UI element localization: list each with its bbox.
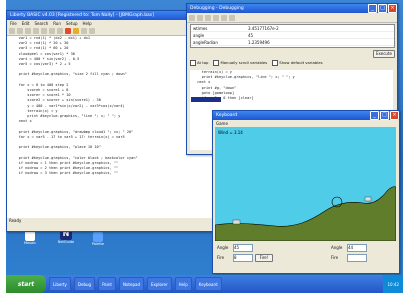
variable-value: 45 bbox=[248, 32, 254, 38]
variables-list[interactable]: wtimes 3.45177167e-2 angle 45 angleRadia… bbox=[190, 24, 395, 48]
save-file-icon[interactable] bbox=[25, 27, 31, 34]
maximize-button[interactable]: □ bbox=[380, 111, 389, 120]
variable-name: angleRadian bbox=[193, 39, 218, 45]
option-manual-scroll[interactable]: Manually scroll variables bbox=[213, 60, 267, 66]
ide-title: Liberty BASIC v4.03 [Registered to: Tom … bbox=[10, 13, 154, 18]
option-label: Manually scroll variables bbox=[220, 60, 268, 65]
debug-icon[interactable] bbox=[73, 27, 79, 34]
fire-button[interactable]: Fire! bbox=[255, 254, 273, 262]
animate-icon[interactable] bbox=[221, 14, 227, 21]
fire-label: Fire bbox=[217, 255, 225, 260]
option-show-defaults[interactable]: Show default variables bbox=[272, 60, 323, 66]
variable-row[interactable]: angle 45 bbox=[191, 32, 394, 39]
resume-icon[interactable] bbox=[189, 14, 195, 21]
stop-icon[interactable] bbox=[229, 14, 235, 21]
desktop-icon-mosaic[interactable]: Mosaic bbox=[16, 231, 44, 245]
current-line-highlight bbox=[191, 97, 221, 102]
close-button[interactable]: × bbox=[388, 4, 397, 13]
paste-icon[interactable] bbox=[57, 27, 63, 34]
option-label: At top bbox=[197, 60, 209, 65]
desktop-icon-label: Palette bbox=[91, 242, 105, 246]
game-titlebar: Keyboard _ □ × bbox=[213, 111, 399, 120]
menu-file[interactable]: File bbox=[10, 21, 17, 26]
close-button[interactable]: × bbox=[390, 111, 399, 120]
taskbar-item[interactable]: Keyboard bbox=[194, 277, 222, 291]
variable-row[interactable]: angleRadian 1.2359496 bbox=[191, 39, 394, 46]
variable-value: 1.2359496 bbox=[248, 39, 270, 45]
game-window: Keyboard _ □ × Game Wind = 3.14 Angle 45… bbox=[212, 110, 400, 274]
cut-icon[interactable] bbox=[41, 27, 47, 34]
game-canvas[interactable]: Wind = 3.14 bbox=[215, 127, 396, 241]
checkbox[interactable] bbox=[213, 60, 220, 66]
taskbar-item[interactable]: Notepad bbox=[118, 277, 144, 291]
run-icon[interactable] bbox=[65, 27, 71, 34]
taskbar: start Liberty Debug Paint Notepad Explor… bbox=[6, 275, 403, 293]
step-into-icon[interactable] bbox=[197, 14, 203, 21]
taskbar-item[interactable]: Help bbox=[174, 277, 192, 291]
minimize-button[interactable]: _ bbox=[368, 4, 377, 13]
minimize-button[interactable]: _ bbox=[370, 111, 379, 120]
clock: 10:42 bbox=[387, 281, 399, 287]
desktop-icon-label: Mosaic bbox=[23, 241, 37, 245]
find-icon[interactable] bbox=[81, 27, 87, 34]
menu-setup[interactable]: Setup bbox=[66, 21, 78, 26]
start-button[interactable]: start bbox=[6, 275, 46, 293]
checkbox[interactable] bbox=[190, 60, 196, 66]
variable-name: wtimes bbox=[193, 25, 208, 31]
angle2-label: Angle bbox=[331, 245, 343, 250]
help-icon[interactable] bbox=[89, 27, 95, 34]
ide-statusbar: Ready bbox=[9, 218, 22, 223]
variable-name: angle bbox=[193, 32, 205, 38]
copy-icon[interactable] bbox=[49, 27, 55, 34]
checkbox[interactable] bbox=[272, 60, 279, 66]
debugger-options: At top Manually scroll variables Show de… bbox=[190, 60, 393, 66]
menu-search[interactable]: Search bbox=[34, 21, 48, 26]
variable-row[interactable]: wtimes 3.45177167e-2 bbox=[191, 25, 394, 32]
maximize-button[interactable]: □ bbox=[378, 4, 387, 13]
angle-label: Angle bbox=[217, 245, 229, 250]
palette-icon bbox=[93, 232, 103, 242]
execute-button[interactable]: Execute bbox=[373, 50, 395, 58]
option-label: Show default variables bbox=[279, 60, 323, 65]
taskbar-item[interactable]: Explorer bbox=[146, 277, 172, 291]
step-over-icon[interactable] bbox=[205, 14, 211, 21]
mosaic-icon bbox=[25, 231, 35, 241]
terrain-graphic bbox=[215, 186, 396, 241]
print-icon[interactable] bbox=[33, 27, 39, 34]
variable-value: 3.45177167e-2 bbox=[248, 25, 279, 31]
fire2-input[interactable] bbox=[347, 254, 367, 262]
angle-input[interactable]: 45 bbox=[233, 244, 253, 252]
desktop-icon-palette[interactable]: Palette bbox=[84, 232, 112, 246]
game-menubar: Game bbox=[213, 120, 399, 126]
open-file-icon[interactable] bbox=[17, 27, 23, 34]
fire-input[interactable]: 8 bbox=[233, 254, 253, 262]
angle2-input[interactable]: 44 bbox=[347, 244, 367, 252]
game-title: Keyboard bbox=[216, 113, 238, 118]
menu-game[interactable]: Game bbox=[216, 121, 228, 126]
system-tray: 10:42 bbox=[383, 275, 403, 293]
new-file-icon[interactable] bbox=[9, 27, 15, 34]
taskbar-item[interactable]: Paint bbox=[98, 277, 116, 291]
menu-help[interactable]: Help bbox=[83, 21, 92, 26]
debugger-titlebar: Debugging - Debugging _ □ × bbox=[187, 4, 397, 13]
menu-run[interactable]: Run bbox=[53, 21, 61, 26]
option-at-top[interactable]: At top bbox=[190, 60, 208, 66]
debugger-title: Debugging - Debugging bbox=[190, 6, 244, 11]
debugger-toolbar bbox=[187, 13, 397, 23]
taskbar-item[interactable]: Liberty bbox=[49, 277, 71, 291]
step-out-icon[interactable] bbox=[213, 14, 219, 21]
fire2-label: Fire bbox=[331, 255, 339, 260]
taskbar-item[interactable]: Debug bbox=[73, 277, 96, 291]
menu-edit[interactable]: Edit bbox=[22, 21, 30, 26]
desktop-icon-label: NetGuide bbox=[57, 240, 75, 244]
